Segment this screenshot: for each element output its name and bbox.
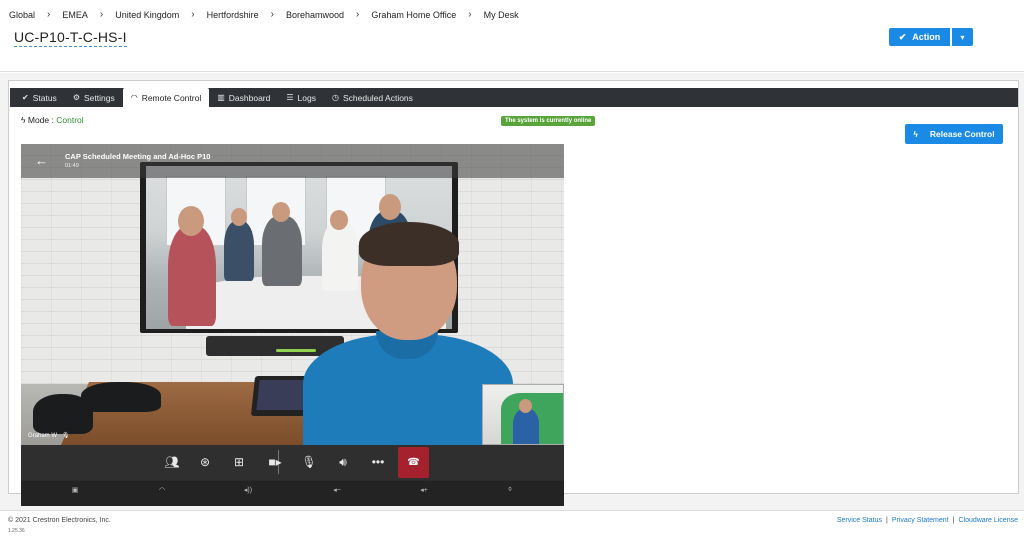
chevron-right-icon: › bbox=[99, 9, 104, 20]
chevron-right-icon: › bbox=[191, 9, 195, 20]
bar-chart-icon: ▥ bbox=[217, 93, 225, 102]
teams-icon[interactable]: ▣ bbox=[67, 483, 83, 497]
participant-name: Graham W bbox=[28, 432, 58, 439]
soundbar-led bbox=[276, 349, 316, 352]
participant bbox=[322, 221, 358, 291]
bolt-icon: ϟ bbox=[21, 115, 26, 125]
tab-label: Dashboard bbox=[228, 92, 271, 103]
mic-off-icon: 🎙︎ bbox=[62, 433, 70, 439]
footer-links: Service Status | Privacy Statement | Clo… bbox=[837, 517, 1018, 524]
breadcrumb-emea[interactable]: EMEA bbox=[62, 10, 88, 20]
meeting-timer: 01:49 bbox=[65, 163, 79, 169]
breadcrumb-hertfordshire[interactable]: Hertfordshire bbox=[207, 10, 259, 20]
check-icon: ✔ bbox=[22, 93, 29, 102]
privacy-statement-link[interactable]: Privacy Statement bbox=[892, 517, 949, 524]
bolt-icon: ϟ bbox=[913, 129, 918, 139]
meeting-header: ← CAP Scheduled Meeting and Ad-Hoc P10 0… bbox=[21, 144, 564, 178]
participant bbox=[168, 226, 216, 326]
chevron-right-icon: › bbox=[270, 9, 274, 20]
tab-scheduled-actions[interactable]: ◷ Scheduled Actions bbox=[324, 88, 421, 107]
status-badge: The system is currently online bbox=[501, 116, 596, 126]
chevron-right-icon: › bbox=[356, 9, 360, 20]
separator: | bbox=[952, 517, 955, 524]
participants-icon[interactable]: 👥︎ bbox=[158, 448, 186, 476]
breadcrumb-united-kingdom[interactable]: United Kingdom bbox=[115, 10, 179, 20]
video-feed: ← CAP Scheduled Meeting and Ad-Hoc P10 0… bbox=[21, 144, 564, 445]
version-number: 1.25.36 bbox=[8, 528, 25, 534]
chevron-right-icon: › bbox=[468, 9, 472, 20]
hang-up-button[interactable]: ☎ bbox=[398, 447, 429, 478]
volume-icon[interactable]: 🔊︎ bbox=[329, 448, 357, 476]
pip-participant-head bbox=[519, 399, 532, 413]
call-controls bbox=[21, 445, 564, 480]
mode-label: Mode : bbox=[27, 115, 54, 125]
participant-head bbox=[330, 210, 348, 230]
remote-device-screen[interactable]: ← CAP Scheduled Meeting and Ad-Hoc P10 0… bbox=[21, 144, 564, 506]
back-arrow-icon[interactable]: ← bbox=[35, 153, 51, 169]
action-button-label: Action bbox=[912, 32, 941, 42]
tab-settings[interactable]: ⚙ Settings bbox=[65, 88, 123, 107]
self-view-label: Graham W 🎙︎ bbox=[28, 432, 70, 440]
meeting-title: CAP Scheduled Meeting and Ad-Hoc P10 bbox=[65, 152, 211, 161]
participant-head bbox=[379, 194, 401, 220]
tab-label: Status bbox=[32, 92, 57, 103]
self-view-pip[interactable] bbox=[482, 384, 564, 445]
volume-up-icon[interactable]: ◂+ bbox=[416, 483, 432, 497]
action-button-group: ✔ Action ▾ bbox=[889, 28, 973, 46]
tab-status[interactable]: ✔ Status bbox=[14, 88, 65, 107]
page-header: Global › EMEA › United Kingdom › Hertfor… bbox=[0, 0, 1024, 72]
tab-logs[interactable]: ☰ Logs bbox=[278, 88, 324, 107]
pip-participant bbox=[513, 409, 539, 444]
volume-down-icon[interactable]: ◂− bbox=[329, 483, 345, 497]
action-dropdown-button[interactable]: ▾ bbox=[952, 28, 973, 46]
participant-head bbox=[178, 206, 204, 236]
camera-icon[interactable]: ■▸ bbox=[261, 448, 289, 476]
check-icon: ✔ bbox=[898, 31, 907, 42]
list-icon: ☰ bbox=[286, 93, 294, 102]
tab-label: Remote Control bbox=[141, 92, 202, 103]
phone-hangup-icon: ☎ bbox=[407, 457, 420, 468]
caret-down-icon: ▾ bbox=[960, 32, 965, 42]
gear-icon: ⚙ bbox=[72, 93, 80, 102]
device-status-bar bbox=[21, 481, 564, 506]
tab-label: Logs bbox=[297, 92, 316, 103]
service-status-link[interactable]: Service Status bbox=[837, 517, 882, 524]
clock-icon: ◷ bbox=[331, 93, 339, 102]
breadcrumb-borehamwood[interactable]: Borehamwood bbox=[286, 10, 344, 20]
headset-icon[interactable]: ◠ bbox=[154, 483, 170, 497]
breadcrumb: Global › EMEA › United Kingdom › Hertfor… bbox=[9, 9, 519, 20]
breadcrumb-graham-home-office[interactable]: Graham Home Office bbox=[371, 10, 456, 20]
cloudware-license-link[interactable]: Cloudware License bbox=[958, 517, 1018, 524]
release-control-button[interactable]: ϟ Release Control bbox=[905, 124, 1003, 144]
layout-grid-icon[interactable]: ⊞ bbox=[225, 448, 253, 476]
breadcrumb-my-desk[interactable]: My Desk bbox=[484, 10, 519, 20]
participant bbox=[262, 216, 302, 286]
mode-value: Control bbox=[56, 115, 84, 125]
action-button[interactable]: ✔ Action bbox=[889, 28, 950, 46]
tab-bar: ✔ Status ⚙ Settings ◠ Remote Control ▥ D… bbox=[10, 88, 1018, 107]
participant-head bbox=[272, 202, 290, 222]
wifi-icon: ◠ bbox=[130, 93, 138, 102]
local-participant-hair bbox=[359, 222, 459, 266]
speaker-icon[interactable]: ◂)) bbox=[240, 483, 256, 497]
mode-indicator: ϟ Mode : Control bbox=[21, 115, 84, 125]
share-people-icon[interactable]: ⊛ bbox=[191, 448, 219, 476]
page-footer: © 2021 Crestron Electronics, Inc. 1.25.3… bbox=[0, 510, 1024, 539]
participant bbox=[224, 221, 254, 281]
tab-dashboard[interactable]: ▥ Dashboard bbox=[209, 88, 278, 107]
separator: | bbox=[885, 517, 888, 524]
page-title[interactable]: UC-P10-T-C-HS-I bbox=[14, 29, 127, 47]
mute-mic-icon[interactable]: 🎙︎ bbox=[295, 448, 323, 476]
copyright: © 2021 Crestron Electronics, Inc. bbox=[8, 517, 111, 524]
mic-mute-icon[interactable]: ⌽ bbox=[502, 483, 518, 497]
release-control-label: Release Control bbox=[929, 129, 995, 139]
participant-head bbox=[231, 208, 247, 226]
tab-remote-control[interactable]: ◠ Remote Control bbox=[122, 88, 210, 107]
tab-label: Settings bbox=[83, 92, 115, 103]
chevron-right-icon: › bbox=[47, 9, 51, 20]
tab-label: Scheduled Actions bbox=[342, 92, 413, 103]
chair bbox=[81, 382, 161, 412]
breadcrumb-global[interactable]: Global bbox=[9, 10, 35, 20]
more-icon[interactable]: ••• bbox=[364, 448, 392, 476]
